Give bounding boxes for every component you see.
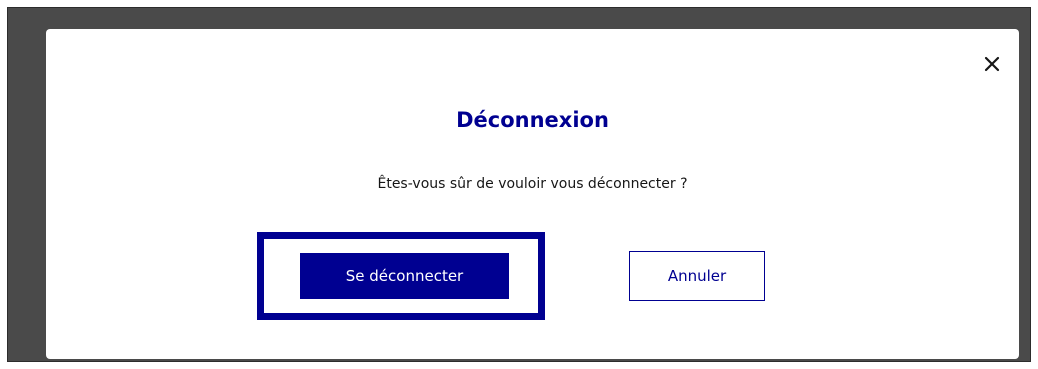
logout-dialog: Déconnexion Êtes-vous sûr de vouloir vou… bbox=[46, 29, 1019, 359]
close-icon bbox=[984, 56, 1000, 72]
dialog-message: Êtes-vous sûr de vouloir vous déconnecte… bbox=[377, 176, 688, 192]
cancel-button[interactable]: Annuler bbox=[629, 251, 765, 301]
logout-button[interactable]: Se déconnecter bbox=[300, 253, 509, 299]
close-button[interactable] bbox=[979, 51, 1005, 77]
modal-backdrop: Déconnexion Êtes-vous sûr de vouloir vou… bbox=[7, 7, 1031, 362]
dialog-title: Déconnexion bbox=[456, 108, 609, 132]
